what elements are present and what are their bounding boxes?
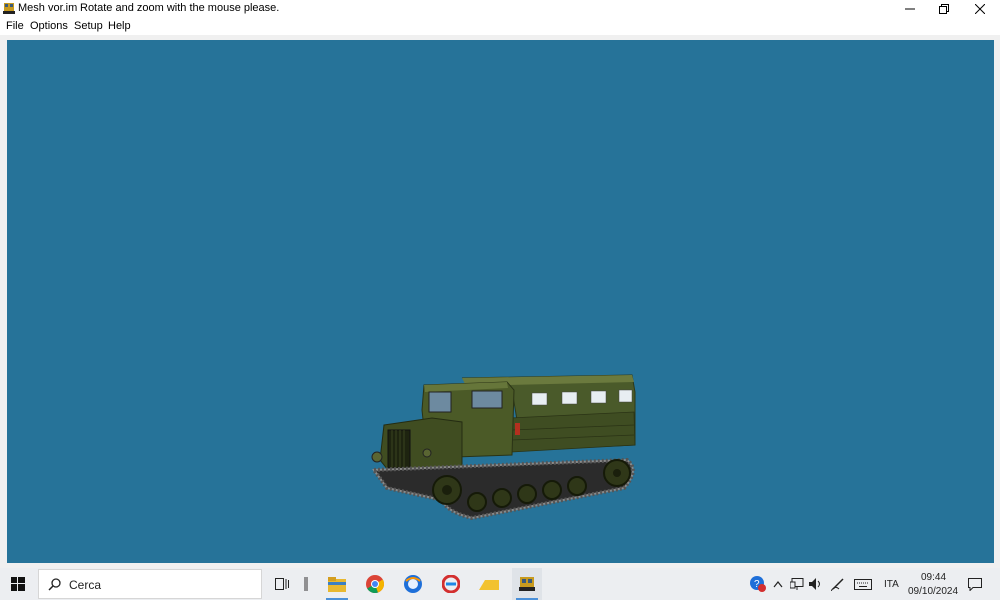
close-icon (975, 4, 985, 14)
chrome-icon (366, 575, 384, 593)
taskbar-divider (298, 568, 314, 600)
clock-date[interactable]: 09/10/2024 (908, 586, 958, 597)
volume-icon (809, 578, 820, 590)
close-button[interactable] (963, 0, 997, 18)
taskbar-chrome[interactable] (360, 568, 390, 600)
keyboard-icon (854, 578, 872, 590)
pen-icon (831, 578, 844, 591)
app-icon (3, 3, 15, 14)
window-subtitle: Rotate and zoom with the mouse please. (80, 2, 280, 14)
taskbar-onedrive-folder[interactable] (474, 568, 504, 600)
tray-volume[interactable] (807, 568, 825, 600)
file-explorer-icon (328, 576, 346, 592)
ccleaner-icon (442, 575, 460, 593)
search-icon (48, 578, 61, 591)
taskbar-mesh-viewer[interactable] (512, 568, 542, 600)
taskbar-ccleaner[interactable] (436, 568, 466, 600)
chevron-up-icon (773, 581, 783, 588)
window-title: Mesh vor.im (18, 2, 78, 14)
restore-button[interactable] (927, 0, 961, 18)
search-placeholder: Cerca (69, 578, 102, 592)
mesh-viewer-icon (519, 577, 535, 591)
taskbar: Cerca ? ITA 09:44 09/10/2024 (0, 568, 1000, 600)
taskbar-firefox[interactable] (398, 568, 428, 600)
language-indicator[interactable]: ITA (884, 579, 899, 590)
divider-icon (304, 577, 308, 591)
task-view-button[interactable] (270, 568, 294, 600)
task-view-icon (275, 578, 289, 590)
tray-network[interactable] (788, 568, 806, 600)
menu-file[interactable]: File (6, 20, 24, 32)
menu-bar: File Options Setup Help (0, 18, 1000, 35)
menu-options[interactable]: Options (30, 20, 68, 32)
clock-time[interactable]: 09:44 (921, 572, 946, 583)
tray-overflow-button[interactable] (770, 568, 786, 600)
network-icon (790, 578, 804, 590)
minimize-button[interactable] (893, 0, 927, 18)
title-bar: Mesh vor.im Rotate and zoom with the mou… (0, 0, 1000, 18)
search-box[interactable]: Cerca (38, 569, 262, 599)
menu-help[interactable]: Help (108, 20, 131, 32)
firefox-icon (404, 575, 422, 593)
action-center-button[interactable] (962, 568, 988, 600)
onedrive-folder-icon (479, 580, 499, 590)
help-alert-icon: ? (750, 576, 766, 592)
tray-help-button[interactable]: ? (748, 568, 768, 600)
windows-logo-icon (11, 577, 25, 591)
taskbar-file-explorer[interactable] (322, 568, 352, 600)
minimize-icon (905, 8, 915, 10)
3d-viewport[interactable] (7, 40, 994, 563)
start-button[interactable] (0, 568, 36, 600)
notification-icon (968, 577, 982, 591)
tray-pen[interactable] (828, 568, 848, 600)
menu-setup[interactable]: Setup (74, 20, 103, 32)
tracked-vehicle-model (370, 374, 636, 521)
restore-icon (939, 4, 949, 14)
tray-keyboard[interactable] (852, 568, 874, 600)
